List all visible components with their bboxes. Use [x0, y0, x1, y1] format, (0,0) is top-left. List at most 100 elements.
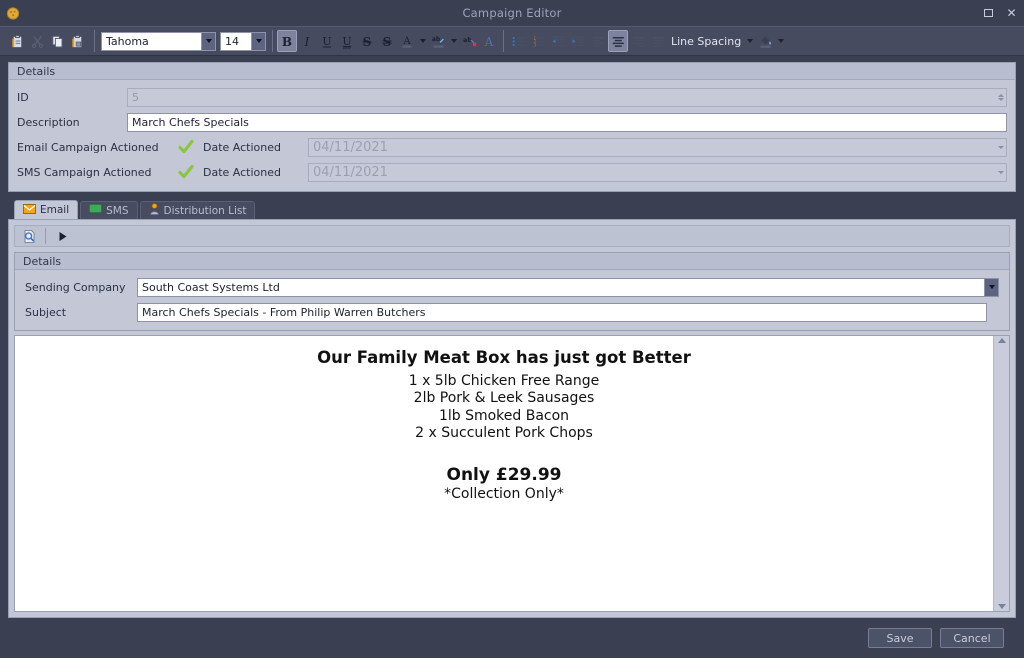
- email-body-editor[interactable]: Our Family Meat Box has just got Better …: [15, 336, 993, 611]
- svg-text:A: A: [402, 36, 411, 47]
- email-tab-panel: Details Sending Company Subject: [8, 219, 1016, 618]
- email-body-scrollbar[interactable]: [993, 336, 1009, 611]
- tab-distribution-list[interactable]: Distribution List: [140, 201, 256, 219]
- font-color-dropdown-icon[interactable]: [417, 30, 428, 52]
- description-field[interactable]: [127, 113, 1007, 132]
- subject-input[interactable]: [138, 304, 986, 321]
- font-family-dropdown-icon[interactable]: [201, 33, 215, 50]
- toolbar-separator: [272, 30, 273, 52]
- font-color-icon[interactable]: A: [397, 30, 417, 52]
- mini-toolbar-separator: [45, 228, 46, 244]
- email-body-item: 2 x Succulent Pork Chops: [25, 425, 983, 443]
- increase-indent-button[interactable]: [568, 30, 588, 52]
- tab-sms[interactable]: SMS: [80, 201, 137, 219]
- copy-icon[interactable]: [47, 30, 67, 52]
- email-campaign-label: Email Campaign Actioned: [17, 141, 177, 154]
- clear-formatting-icon[interactable]: ab: [459, 30, 479, 52]
- sms-campaign-row: SMS Campaign Actioned Date Actioned: [17, 161, 1007, 183]
- tab-strip: Email SMS Distribution List: [8, 200, 1016, 219]
- svg-text:A: A: [484, 35, 494, 49]
- sms-date-actioned-label: Date Actioned: [203, 166, 308, 179]
- underline-button[interactable]: U: [317, 30, 337, 52]
- email-campaign-checkbox[interactable]: [177, 139, 195, 155]
- cut-icon[interactable]: [27, 30, 47, 52]
- cookie-icon: [5, 5, 21, 21]
- sending-company-input[interactable]: [138, 279, 984, 296]
- id-label: ID: [17, 91, 127, 104]
- font-size-dropdown-icon[interactable]: [251, 33, 265, 50]
- text-style-icon[interactable]: A: [479, 30, 499, 52]
- email-body-title: Our Family Meat Box has just got Better: [25, 348, 983, 369]
- italic-button[interactable]: I: [297, 30, 317, 52]
- sms-date-dropdown-icon[interactable]: [998, 171, 1004, 174]
- email-body-spacer: [25, 443, 983, 465]
- svg-text:3: 3: [533, 42, 536, 48]
- email-date-actioned-input[interactable]: [309, 139, 1006, 156]
- sending-company-dropdown-icon[interactable]: [984, 279, 998, 296]
- fill-color-dropdown-icon[interactable]: [775, 30, 786, 52]
- svg-text:I: I: [304, 35, 310, 49]
- id-field[interactable]: [127, 88, 1007, 107]
- double-strikethrough-button[interactable]: S: [377, 30, 397, 52]
- email-details-panel: Details Sending Company Subject: [14, 252, 1010, 331]
- double-underline-button[interactable]: U: [337, 30, 357, 52]
- close-icon[interactable]: ✕: [1005, 7, 1018, 20]
- justify-button[interactable]: [648, 30, 668, 52]
- email-mini-toolbar: [14, 225, 1010, 247]
- save-button[interactable]: Save: [868, 628, 932, 648]
- align-left-button[interactable]: [588, 30, 608, 52]
- description-row: Description: [17, 111, 1007, 133]
- email-details-header: Details: [15, 253, 1009, 270]
- highlight-color-dropdown-icon[interactable]: [448, 30, 459, 52]
- svg-text:S: S: [383, 35, 392, 49]
- email-details-title: Details: [23, 255, 61, 268]
- email-date-dropdown-icon[interactable]: [998, 146, 1004, 149]
- decrease-indent-button[interactable]: [548, 30, 568, 52]
- font-family-input[interactable]: [102, 33, 201, 50]
- dialog-footer: Save Cancel: [8, 618, 1016, 658]
- tab-sms-label: SMS: [106, 205, 128, 217]
- align-right-button[interactable]: [628, 30, 648, 52]
- sms-date-actioned-input[interactable]: [309, 164, 1006, 181]
- scroll-down-icon[interactable]: [998, 604, 1006, 609]
- maximize-icon[interactable]: [982, 7, 995, 20]
- paste-icon[interactable]: [7, 30, 27, 52]
- details-panel-body: ID Description Email Campaign Actioned: [9, 80, 1015, 191]
- email-date-actioned-field[interactable]: [308, 138, 1007, 157]
- id-spinner[interactable]: [998, 94, 1004, 101]
- font-size-combo[interactable]: [220, 32, 266, 51]
- tab-email[interactable]: Email: [14, 200, 78, 219]
- highlight-color-icon[interactable]: ab: [428, 30, 448, 52]
- bold-button[interactable]: B: [277, 30, 297, 52]
- line-spacing-label[interactable]: Line Spacing: [668, 35, 744, 48]
- sms-date-actioned-field[interactable]: [308, 163, 1007, 182]
- line-spacing-dropdown-icon[interactable]: [744, 30, 755, 52]
- envelope-icon: [23, 204, 36, 217]
- strikethrough-button[interactable]: S: [357, 30, 377, 52]
- align-center-button[interactable]: [608, 30, 628, 52]
- email-body-editor-wrap: Our Family Meat Box has just got Better …: [14, 335, 1010, 612]
- font-family-combo[interactable]: [101, 32, 216, 51]
- scroll-up-icon[interactable]: [998, 338, 1006, 343]
- sending-company-field[interactable]: [137, 278, 999, 297]
- tab-distribution-list-label: Distribution List: [164, 205, 247, 217]
- subject-field[interactable]: [137, 303, 987, 322]
- sms-campaign-checkbox[interactable]: [177, 164, 195, 180]
- preview-icon[interactable]: [19, 227, 39, 245]
- numbered-list-button[interactable]: 1 2 3: [528, 30, 548, 52]
- sending-company-row: Sending Company: [25, 276, 999, 298]
- font-size-input[interactable]: [221, 33, 251, 50]
- subject-row: Subject: [25, 301, 999, 323]
- paste-special-icon[interactable]: [67, 30, 87, 52]
- email-body-item: 1 x 5lb Chicken Free Range: [25, 373, 983, 391]
- send-icon[interactable]: [52, 227, 72, 245]
- formatting-toolbar: B I U U S S A ab ab A: [0, 26, 1024, 56]
- cancel-button[interactable]: Cancel: [940, 628, 1004, 648]
- fill-color-icon[interactable]: [755, 30, 775, 52]
- id-input[interactable]: [128, 89, 1006, 106]
- tab-email-label: Email: [40, 204, 69, 216]
- sms-icon: [89, 204, 102, 217]
- bullet-list-button[interactable]: [508, 30, 528, 52]
- sending-company-label: Sending Company: [25, 281, 137, 294]
- description-input[interactable]: [128, 114, 1006, 131]
